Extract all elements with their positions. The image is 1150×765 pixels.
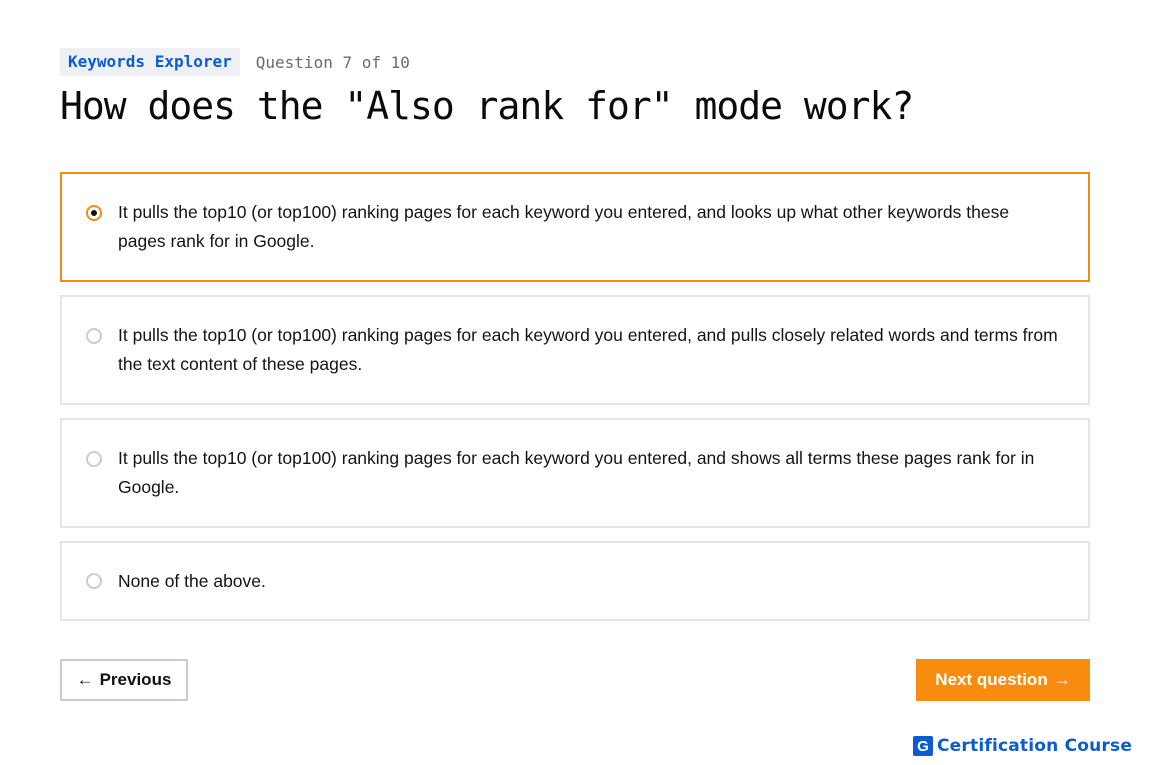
- answer-option-1[interactable]: It pulls the top10 (or top100) ranking p…: [60, 172, 1090, 282]
- next-button-label: Next question: [935, 670, 1048, 689]
- radio-selected-icon[interactable]: [86, 205, 102, 221]
- radio-icon[interactable]: [86, 451, 102, 467]
- next-question-button[interactable]: Next question →: [916, 659, 1090, 701]
- brand-name: Certification Course: [937, 736, 1133, 756]
- radio-icon[interactable]: [86, 573, 102, 589]
- question-header: Keywords Explorer Question 7 of 10: [60, 48, 410, 76]
- answer-option-2[interactable]: It pulls the top10 (or top100) ranking p…: [60, 295, 1090, 405]
- topic-badge: Keywords Explorer: [60, 48, 240, 76]
- answer-option-label: It pulls the top10 (or top100) ranking p…: [118, 448, 1035, 497]
- brand-logo: G Certification Course: [913, 735, 1132, 757]
- quiz-page: Keywords Explorer Question 7 of 10 How d…: [0, 0, 1150, 765]
- answer-option-label: It pulls the top10 (or top100) ranking p…: [118, 325, 1058, 374]
- radio-icon[interactable]: [86, 328, 102, 344]
- answer-option-4[interactable]: None of the above.: [60, 541, 1090, 621]
- answer-option-label: It pulls the top10 (or top100) ranking p…: [118, 202, 1010, 251]
- answer-option-label: None of the above.: [118, 570, 266, 591]
- previous-button[interactable]: ← Previous: [60, 659, 188, 701]
- answer-option-3[interactable]: It pulls the top10 (or top100) ranking p…: [60, 418, 1090, 528]
- brand-mark-icon: G: [913, 736, 933, 756]
- arrow-left-icon: ←: [76, 670, 94, 689]
- previous-button-label: Previous: [99, 670, 172, 689]
- question-progress: Question 7 of 10: [255, 52, 410, 72]
- arrow-right-icon: →: [1053, 670, 1071, 689]
- answer-options: It pulls the top10 (or top100) ranking p…: [60, 172, 1090, 634]
- question-title: How does the "Also rank for" mode work?: [60, 84, 914, 128]
